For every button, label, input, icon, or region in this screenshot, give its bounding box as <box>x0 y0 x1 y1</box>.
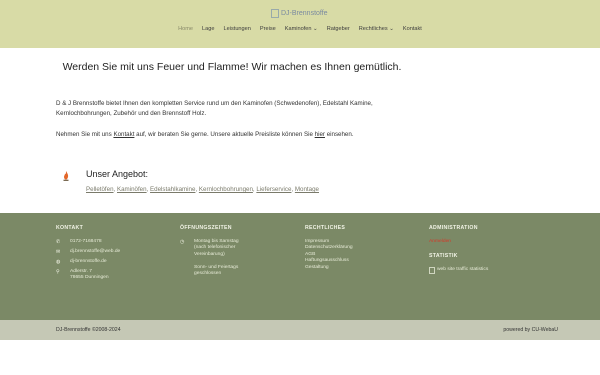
footer-link-gestaltung[interactable]: Gestaltung <box>305 265 415 272</box>
contact-text-3: einsehen. <box>324 131 354 138</box>
location-pin-icon: ⚲ <box>56 268 60 275</box>
phone-icon: ✆ <box>56 238 61 245</box>
nav-preise[interactable]: Preise <box>260 26 276 32</box>
footer-kontakt: KONTAKT ✆ 0172-7168478 ✉ dj.brennstoffe@we… <box>56 225 166 285</box>
page-headline: Werden Sie mit uns Feuer und Flamme! Wir… <box>62 61 402 73</box>
nav-kaminofen[interactable]: Kaminofen ⌄ <box>285 26 318 32</box>
footer-legal-heading: RECHTLICHES <box>305 225 346 231</box>
footer-kontakt-heading: KONTAKT <box>56 225 84 231</box>
footer-email[interactable]: dj.brennstoffe@web.de <box>70 249 120 256</box>
hours-line-1: Montag bis Samstag <box>194 238 239 244</box>
offer-link-lieferservice[interactable]: Lieferservice <box>256 186 291 193</box>
preisliste-link[interactable]: hier <box>315 131 325 138</box>
contact-text-1: Nehmen Sie mit uns <box>56 131 114 138</box>
offer-link-pelletoefen[interactable]: Pelletöfen <box>86 186 114 193</box>
footer-phone[interactable]: 0172-7168478 <box>70 239 102 246</box>
flame-icon <box>63 171 69 181</box>
globe-icon: ◍ <box>56 258 61 265</box>
footer-address: Adlerstr. 7 78655 Dunningen <box>70 269 109 282</box>
nav-rechtliches[interactable]: Rechtliches ⌄ <box>359 26 394 32</box>
broken-image-icon <box>271 9 279 18</box>
site-footer: KONTAKT ✆ 0172-7168478 ✉ dj.brennstoffe@we… <box>0 213 600 320</box>
hours-line-4: Sonn- und Feiertags <box>194 264 239 270</box>
hours-line-2: (nach telefonischer <box>194 245 236 250</box>
clock-icon: ◷ <box>180 238 185 245</box>
nav-lage[interactable]: Lage <box>202 26 214 32</box>
email-icon: ✉ <box>56 248 61 255</box>
footer-legal: RECHTLICHES Impressum Datenschutzerkläru… <box>305 225 415 271</box>
bottom-bar: DJ-Brennstoffe ©2008-2024 powered by CU-… <box>0 320 600 340</box>
powered-by-link[interactable]: powered by CU-WebaU <box>503 327 558 333</box>
main-nav: Home Lage Leistungen Preise Kaminofen ⌄ … <box>0 26 600 32</box>
footer-admin-heading: ADMINISTRATION <box>429 225 478 231</box>
footer-hours-text: Montag bis Samstag (nach telefonischer V… <box>194 239 239 278</box>
logo-alt-text: DJ-Brennstoffe <box>281 10 328 17</box>
footer-city: 78655 Dunningen <box>70 275 109 280</box>
intro-paragraph: D & J Brennstoffe bietet Ihnen den kompl… <box>56 100 373 117</box>
broken-image-icon <box>429 266 435 274</box>
hours-line-3: Vereinbarung) <box>194 251 225 257</box>
offer-links: Pelletöfen, Kaminöfen, Edelstahlkamine, … <box>86 186 319 193</box>
footer-admin: ADMINISTRATION Anmelden STATISTIK web si… <box>429 225 549 274</box>
copyright-text: DJ-Brennstoffe ©2008-2024 <box>56 327 121 333</box>
footer-stat-heading: STATISTIK <box>429 253 458 259</box>
stat-alt-text: web site traffic statistics <box>437 266 489 272</box>
footer-hours-heading: ÖFFNUNGSZEITEN <box>180 225 232 231</box>
footer-hours: ÖFFNUNGSZEITEN ◷ Montag bis Samstag (nac… <box>180 225 290 281</box>
hours-line-5: geschlossen <box>194 271 222 276</box>
nav-home[interactable]: Home <box>178 26 193 32</box>
kontakt-link[interactable]: Kontakt <box>113 131 134 138</box>
offer-link-montage[interactable]: Montage <box>295 186 319 193</box>
site-header: DJ-Brennstoffe Home Lage Leistungen Prei… <box>0 0 600 48</box>
nav-ratgeber[interactable]: Ratgeber <box>327 26 350 32</box>
offer-heading: Unser Angebot: <box>86 169 149 179</box>
contact-paragraph: Nehmen Sie mit uns Kontakt auf, wir bera… <box>56 130 416 140</box>
contact-text-2: auf, wir beraten Sie gerne. Unsere aktue… <box>134 131 315 138</box>
offer-link-kaminoefen[interactable]: Kaminöfen <box>117 186 147 193</box>
offer-link-kernlochbohrungen[interactable]: Kernlochbohrungen <box>199 186 253 193</box>
offer-link-edelstahlkamine[interactable]: Edelstahlkamine <box>150 186 195 193</box>
site-logo[interactable]: DJ-Brennstoffe <box>271 9 328 18</box>
nav-kontakt[interactable]: Kontakt <box>403 26 422 32</box>
login-link[interactable]: Anmelden <box>429 239 549 246</box>
footer-street: Adlerstr. 7 <box>70 268 93 274</box>
nav-leistungen[interactable]: Leistungen <box>224 26 251 32</box>
stat-counter-image[interactable]: web site traffic statistics <box>429 266 549 274</box>
footer-web[interactable]: dj-brennstoffe.de <box>70 259 107 266</box>
